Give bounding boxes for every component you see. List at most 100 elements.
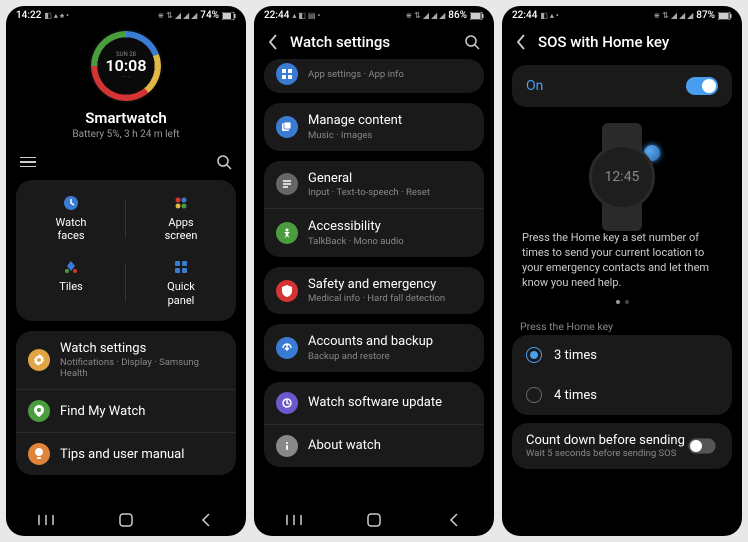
status-battery: 87% [696,10,715,21]
battery-icon [222,12,236,20]
battery-icon [718,12,732,20]
status-bar: 22:44 ◧ ▴ • ⋇ ⇅ ◢ ◢ ◢ 87% [502,6,742,23]
status-icons-left: ◧ ▴ ♠ • [44,11,69,20]
watch-illustration: 12:45 [572,123,672,231]
menu-icon[interactable] [20,157,36,168]
header: Watch settings [254,23,494,59]
list-title: Accessibility [308,219,472,235]
page-indicator [616,290,629,310]
quick-panel-icon [172,258,190,276]
list-title: Accounts and backup [308,334,472,350]
back-icon[interactable] [268,34,278,50]
list-title: About watch [308,438,472,454]
status-icons-left: ◧ ▴ • [540,11,558,20]
item-watch-settings[interactable]: Watch settings Notifications · Display ·… [16,331,236,391]
radio-3-times[interactable]: 3 times [512,335,732,375]
content-icon [276,116,298,138]
list-title: General [308,171,472,187]
grid-watch-faces[interactable]: Watchfaces [16,186,126,250]
nav-bar [6,502,246,536]
nav-home[interactable] [354,510,394,530]
status-icons-right: ⋇ ⇅ ◢ ◢ ◢ [405,11,445,20]
countdown-toggle[interactable] [688,439,715,454]
info-icon [276,435,298,457]
list-title: Safety and emergency [308,277,472,293]
nav-back[interactable] [434,510,474,530]
tiles-icon [62,258,80,276]
device-status: Battery 5%, 3 h 24 m left [72,129,179,140]
master-toggle-row[interactable]: On [512,65,732,107]
item-accessibility[interactable]: Accessibility TalkBack · Mono audio [264,209,484,257]
toggle-switch[interactable] [686,77,718,95]
radio-label: 4 times [554,388,597,403]
settings-list: Watch settings Notifications · Display ·… [16,331,236,476]
status-icons-right: ⋇ ⇅ ◢ ◢ ◢ [157,11,197,20]
watch-face-section: SUN 28 10:08 ··· ·· Smartwatch Battery 5… [6,23,246,148]
watchface-date: SUN 28 [116,51,136,58]
grid-apps-screen[interactable]: Appsscreen [126,186,236,250]
location-icon [28,400,50,422]
countdown-row[interactable]: Count down before sending Wait 5 seconds… [512,423,732,469]
countdown-title: Count down before sending [526,433,686,448]
list-title: Watch settings [60,341,224,357]
list-sub: Notifications · Display · Samsung Health [60,357,224,379]
item-software-update[interactable]: Watch software update [264,382,484,425]
page-title: Watch settings [290,33,452,51]
grid-quick-panel[interactable]: Quickpanel [126,250,236,314]
status-bar: 22:44 ▴ ◧ ▤ • ⋇ ⇅ ◢ ◢ ◢ 86% [254,6,494,23]
phone-screen-home: 14:22 ◧ ▴ ♠ • ⋇ ⇅ ◢ ◢ ◢ 74% SUN 28 10:08… [6,6,246,536]
nav-recents[interactable] [26,510,66,530]
nav-home[interactable] [106,510,146,530]
item-safety[interactable]: Safety and emergency Medical info · Hard… [264,267,484,315]
gear-icon [28,349,50,371]
toolbar [6,148,246,176]
item-tips[interactable]: Tips and user manual [16,433,236,475]
list-sub: TalkBack · Mono audio [308,236,472,247]
grid-tiles[interactable]: Tiles [16,250,126,314]
watchface-sub: ··· ·· [121,74,130,81]
grid-label: Quickpanel [167,280,195,306]
watch-face-preview[interactable]: SUN 28 10:08 ··· ·· [89,29,163,103]
quick-grid: Watchfaces Appsscreen Tiles Quickpanel [16,180,236,321]
phone-screen-sos: 22:44 ◧ ▴ • ⋇ ⇅ ◢ ◢ ◢ 87% SOS with Home … [502,6,742,536]
status-battery: 86% [448,10,467,21]
item-about-watch[interactable]: About watch [264,425,484,467]
settings-group-2: Manage content Music · Images [264,103,484,151]
general-icon [276,173,298,195]
apps-icon [172,194,190,212]
phone-screen-settings: 22:44 ▴ ◧ ▤ • ⋇ ⇅ ◢ ◢ ◢ 86% Watch settin… [254,6,494,536]
update-icon [276,392,298,414]
status-icons-right: ⋇ ⇅ ◢ ◢ ◢ [653,11,693,20]
status-icons-left: ▴ ◧ ▤ • [292,11,320,20]
radio-4-times[interactable]: 4 times [512,375,732,415]
battery-icon [470,12,484,20]
item-accounts[interactable]: Accounts and backup Backup and restore [264,324,484,372]
list-sub: Medical info · Hard fall detection [308,293,472,304]
item-find-my-watch[interactable]: Find My Watch [16,390,236,433]
grid-label: Tiles [59,280,82,293]
search-icon[interactable] [216,154,232,170]
radio-section-label: Press the Home key [502,316,742,335]
search-icon[interactable] [464,34,480,50]
status-time: 14:22 [16,10,41,21]
status-time: 22:44 [264,10,289,21]
watchface-time: 10:08 [106,58,147,74]
item-apps-partial[interactable]: App settings · App info [264,59,484,93]
nav-back[interactable] [186,510,226,530]
item-general[interactable]: General Input · Text-to-speech · Reset [264,161,484,210]
watch-faces-icon [62,194,80,212]
list-title: Watch software update [308,395,472,411]
illus-time: 12:45 [605,169,640,185]
settings-group-1: App settings · App info [264,59,484,93]
nav-recents[interactable] [274,510,314,530]
list-title: Find My Watch [60,404,224,420]
settings-group-6: Watch software update About watch [264,382,484,467]
list-sub: Backup and restore [308,351,472,362]
nav-bar [254,502,494,536]
back-icon[interactable] [516,34,526,50]
description: Press the Home key a set number of times… [520,231,724,290]
radio-label: 3 times [554,348,597,363]
item-manage-content[interactable]: Manage content Music · Images [264,103,484,151]
radio-indicator [526,387,542,403]
list-sub: Music · Images [308,130,472,141]
